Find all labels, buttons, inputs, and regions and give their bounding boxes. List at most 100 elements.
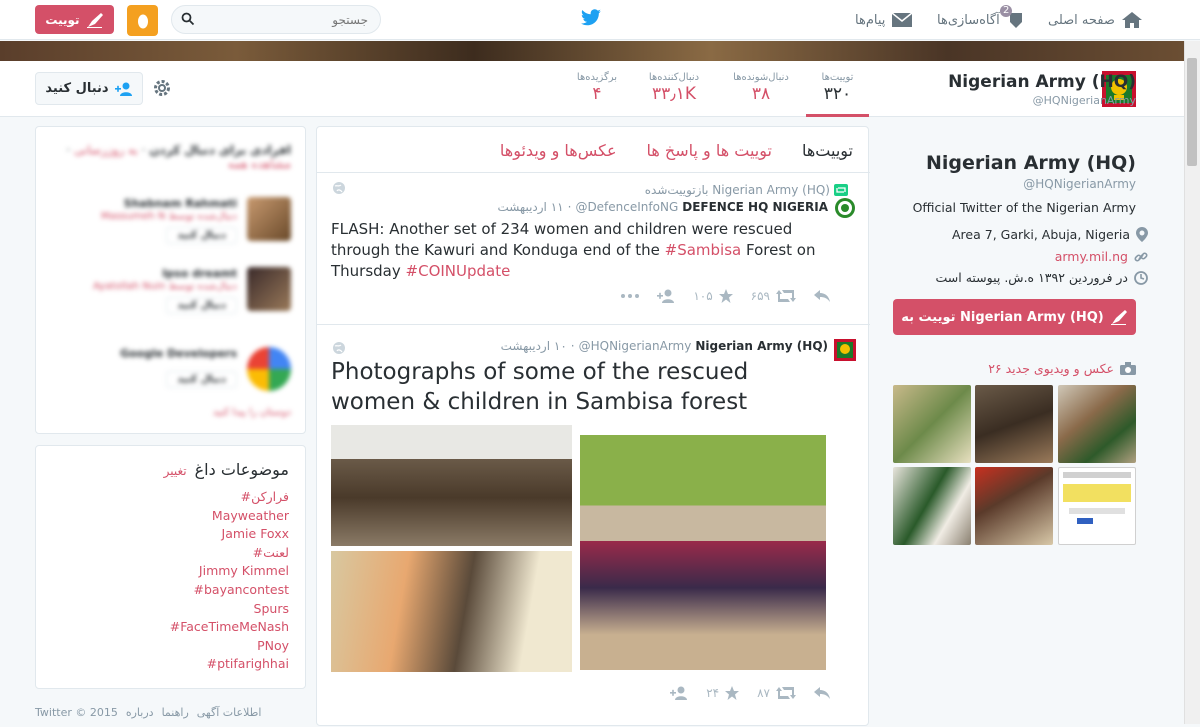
tweet-author-avatar[interactable] (834, 339, 856, 361)
profile-website-link[interactable]: army.mil.ng (1055, 249, 1128, 264)
hashtag-link[interactable]: #COINUpdate (406, 262, 511, 280)
favorite-count: ۱۰۵ (693, 289, 713, 303)
tweet-author-handle[interactable]: @DefenceInfoNG (575, 200, 678, 214)
search-icon[interactable] (181, 12, 195, 26)
follow-user-icon[interactable] (670, 686, 688, 700)
suggested-user[interactable]: Shabnam Rahmati دنبال‌شده توسط Massumeh … (51, 197, 291, 247)
trend-item[interactable]: #لعنت (170, 544, 289, 563)
suggested-user-subtitle: دنبال‌شده توسط Massumeh N (100, 211, 237, 222)
tweet-to-user-button[interactable]: توییت به Nigerian Army (HQ) (893, 299, 1136, 335)
search-box[interactable] (171, 5, 381, 34)
link-icon (1134, 251, 1148, 262)
nav-home[interactable]: صفحه اصلی (1048, 0, 1143, 40)
trends-list: #فرارکن Mayweather Jamie Foxx #لعنت Jimm… (170, 488, 289, 674)
retweet-action[interactable]: ۸۷ (757, 686, 796, 700)
trend-item[interactable]: Jamie Foxx (170, 525, 289, 544)
tweet-photo[interactable] (331, 551, 572, 672)
suggested-user-name[interactable]: Google Developers (120, 347, 237, 360)
twitter-bird-icon (581, 9, 601, 26)
media-thumbnail[interactable] (893, 467, 971, 545)
trend-item[interactable]: #bayancontest (170, 581, 290, 600)
nav-messages[interactable]: پیام‌ها (855, 0, 913, 40)
find-friends-link[interactable]: دوستان را پیدا کنید (213, 407, 291, 418)
avatar[interactable] (247, 267, 291, 311)
footer-help-link[interactable]: راهنما (162, 706, 189, 719)
egg-avatar-icon (137, 14, 148, 28)
star-icon (718, 289, 733, 303)
tweet-photo[interactable] (331, 425, 572, 546)
suggested-follow-button[interactable]: دنبال کنید (166, 371, 237, 388)
media-link[interactable]: ۲۶ عکس و ویدیوی جدید (988, 361, 1136, 376)
tweet-time[interactable]: ۱۱ اردیبهشت (497, 200, 563, 214)
reply-icon[interactable] (814, 687, 830, 699)
nav-notifications-label: آگاه‌سازی‌ها (937, 12, 1000, 28)
user-avatar-menu[interactable] (127, 5, 158, 36)
compose-tweet-button[interactable]: توییت (35, 5, 114, 34)
more-options-icon[interactable] (621, 294, 640, 298)
tweet-author-handle[interactable]: @HQNigerianArmy (579, 339, 692, 353)
tweet-item[interactable]: Nigerian Army (HQ) @HQNigerianArmy · ۱۰ … (317, 324, 870, 727)
media-link-label: ۲۶ عکس و ویدیوی جدید (988, 361, 1114, 376)
trend-item[interactable]: Mayweather (170, 507, 289, 526)
tweet-item[interactable]: Nigerian Army (HQ) بازتوییت‌شده DEFENCE … (317, 172, 870, 324)
refresh-link[interactable]: به روزرسانی (74, 143, 138, 157)
profile-name[interactable]: Nigerian Army (HQ) (926, 152, 1136, 174)
trend-item[interactable]: Jimmy Kimmel (170, 562, 289, 581)
media-thumbnail[interactable] (893, 385, 971, 463)
view-all-link[interactable]: مشاهده همه (228, 157, 291, 171)
star-icon (725, 686, 740, 700)
footer-ads-info-link[interactable]: اطلاعات آگهی (197, 706, 262, 719)
favorite-action[interactable]: ۲۴ (706, 686, 740, 700)
nigerian-army-crest-icon (834, 339, 856, 361)
suggested-user[interactable]: Ipso dreamt دنبال‌شده توسط Ayatollah Nui… (51, 267, 291, 317)
profile-name-small[interactable]: Nigerian Army (HQ) (948, 72, 1136, 92)
stat-tweets[interactable]: توییت‌ها ۳۲۰ (806, 72, 869, 117)
trend-item[interactable]: Spurs (170, 600, 289, 619)
follow-user-icon[interactable] (657, 289, 675, 303)
reply-icon[interactable] (814, 290, 830, 302)
stat-followers[interactable]: دنبال‌کننده‌ها ۳۳٫۱K (643, 72, 705, 104)
trend-item[interactable]: #ptifarighhai (170, 655, 289, 674)
trends-change-link[interactable]: تغییر (164, 464, 187, 478)
media-thumbnail[interactable] (975, 385, 1053, 463)
tweet-time[interactable]: ۱۰ اردیبهشت (501, 339, 567, 353)
hashtag-link[interactable]: #Sambisa (665, 241, 742, 259)
tweet-photo[interactable] (580, 435, 826, 670)
tab-photos-videos[interactable]: عکس‌ها و ویدئوها (500, 141, 617, 160)
trend-item[interactable]: #FaceTimeMeNash (170, 618, 289, 637)
profile-settings[interactable] (152, 78, 172, 102)
trend-item[interactable]: PNoy (170, 637, 289, 656)
suggested-user[interactable]: Google Developers دنبال کنید (51, 347, 291, 397)
tweet-author-avatar[interactable] (834, 197, 856, 219)
favorite-action[interactable]: ۱۰۵ (693, 289, 733, 303)
retweet-action[interactable]: ۶۵۹ (751, 289, 796, 303)
tab-tweets-and-replies[interactable]: توییت ها و پاسخ ها (647, 141, 772, 160)
avatar[interactable] (247, 347, 291, 391)
media-thumbnail[interactable] (1058, 385, 1136, 463)
suggested-user-name[interactable]: Shabnam Rahmati (124, 197, 237, 210)
who-to-follow-header: افرادی برای دنبال کردن · به روزرسانی · م… (66, 143, 291, 171)
stat-tweets-label: توییت‌ها (821, 72, 854, 83)
tweet-author-name[interactable]: DEFENCE HQ NIGERIA (682, 200, 828, 214)
scrollbar-thumb[interactable] (1187, 58, 1197, 166)
avatar[interactable] (247, 197, 291, 241)
footer-about-link[interactable]: درباره (126, 706, 154, 719)
stat-favorites-value: ۴ (592, 84, 602, 104)
tweet-text: Photographs of some of the rescued women… (331, 359, 749, 415)
follow-button[interactable]: دنبال کنید (35, 72, 143, 105)
twitter-bird-logo[interactable] (580, 9, 602, 31)
media-thumbnail[interactable] (975, 467, 1053, 545)
trends-panel: موضوعات داغ تغییر #فرارکن Mayweather Jam… (35, 445, 306, 689)
stat-following[interactable]: دنبال‌شونده‌ها ۳۸ (728, 72, 794, 104)
tab-tweets[interactable]: توییت‌ها (802, 141, 853, 160)
suggested-user-name[interactable]: Ipso dreamt (162, 267, 237, 280)
tweet-author-name[interactable]: Nigerian Army (HQ) (695, 339, 828, 353)
stat-favorites[interactable]: برگزیده‌ها ۴ (572, 72, 622, 104)
trend-item[interactable]: #فرارکن (170, 488, 289, 507)
suggested-follow-button[interactable]: دنبال کنید (166, 227, 237, 244)
profile-website-row[interactable]: army.mil.ng (1055, 249, 1148, 264)
media-thumbnail[interactable] (1058, 467, 1136, 545)
suggested-follow-button[interactable]: دنبال کنید (166, 297, 237, 314)
nav-notifications[interactable]: آگاه‌سازی‌ها (937, 0, 1026, 40)
search-input[interactable] (172, 6, 380, 33)
